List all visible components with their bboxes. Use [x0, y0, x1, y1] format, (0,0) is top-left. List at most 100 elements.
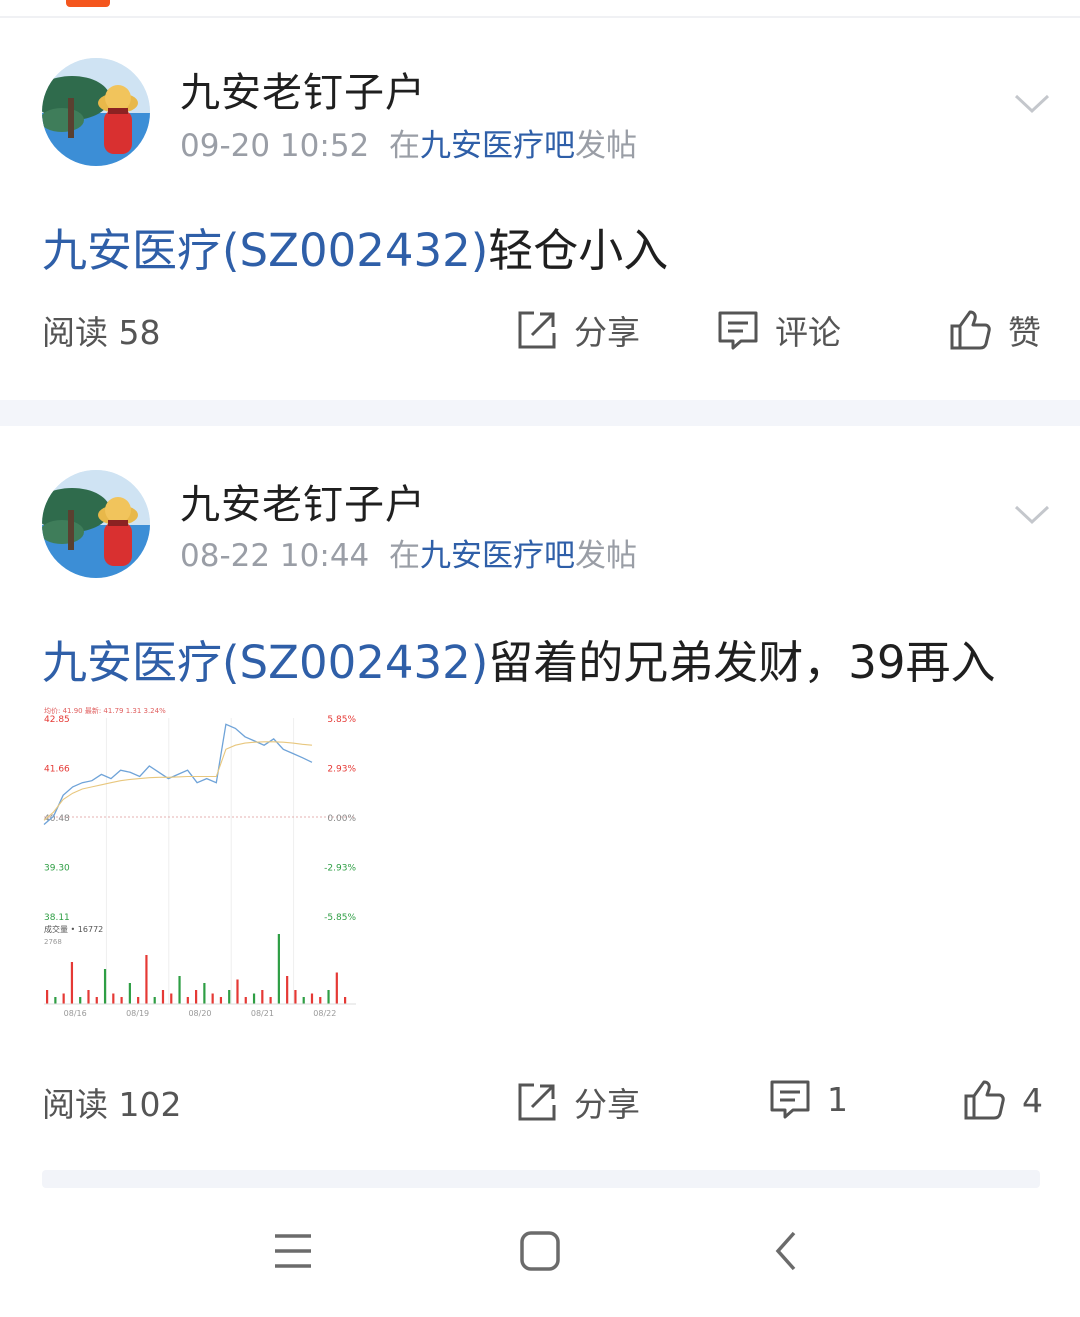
- thumbs-up-icon: [950, 310, 991, 350]
- comment-button[interactable]: 1: [769, 1078, 848, 1120]
- volume-max-label: 2768: [44, 938, 62, 946]
- volume-bar: [195, 990, 198, 1004]
- share-icon: [518, 311, 556, 349]
- comment-label: 评论: [775, 313, 841, 352]
- post-title-text: 轻仓小入: [488, 224, 669, 277]
- volume-bar: [112, 993, 115, 1004]
- volume-bar: [95, 997, 98, 1004]
- y-tick-label: 39.30: [44, 863, 70, 873]
- price-line: [43, 723, 313, 825]
- y-tick-label: 41.66: [44, 765, 70, 775]
- volume-bar: [261, 990, 264, 1004]
- y-tick-label-right: -2.93%: [324, 863, 356, 873]
- post-title[interactable]: 九安医疗(SZ002432)轻仓小入: [42, 214, 668, 279]
- share-icon: [518, 1083, 556, 1121]
- post-separator: [42, 1170, 1040, 1188]
- volume-bar: [286, 976, 289, 1004]
- volume-bar: [161, 990, 165, 1004]
- like-button[interactable]: 赞: [948, 306, 1041, 354]
- post-actions: 阅读 58 分享 评论 赞: [0, 306, 1080, 356]
- forum-link[interactable]: 九安医疗吧: [420, 538, 575, 574]
- username[interactable]: 九安老钉子户: [180, 472, 426, 530]
- read-count: 阅读 102: [42, 1085, 182, 1124]
- volume-bar: [170, 993, 173, 1004]
- volume-bar: [128, 983, 131, 1004]
- share-button[interactable]: 分享: [516, 1078, 640, 1126]
- meta-prefix: 在: [389, 128, 420, 164]
- y-tick-label-right: 2.93%: [327, 765, 356, 775]
- post-actions: 阅读 102 分享 1 4: [0, 1078, 1080, 1128]
- share-label: 分享: [574, 1085, 640, 1124]
- like-label: 赞: [1008, 313, 1041, 352]
- comment-icon: [770, 1080, 810, 1119]
- comment-count: 1: [827, 1079, 848, 1119]
- home-icon[interactable]: [519, 1230, 561, 1272]
- y-tick-label: 38.11: [44, 913, 70, 923]
- volume-bar: [145, 955, 148, 1004]
- x-tick-label: 08/16: [64, 1009, 87, 1018]
- thumbs-up-icon: [964, 1080, 1005, 1120]
- volume-bar: [70, 962, 74, 1004]
- volume-bar: [228, 990, 231, 1004]
- volume-bar: [319, 997, 322, 1004]
- x-tick-label: 08/22: [313, 1009, 336, 1018]
- back-icon[interactable]: [772, 1230, 802, 1272]
- avatar[interactable]: [42, 470, 150, 578]
- meta-suffix: 发帖: [575, 128, 637, 164]
- comment-button[interactable]: 评论: [717, 306, 841, 354]
- volume-bar: [54, 997, 57, 1004]
- username[interactable]: 九安老钉子户: [180, 60, 426, 118]
- avg-price-line: [43, 741, 313, 821]
- volume-bar: [46, 990, 49, 1004]
- volume-bar: [236, 979, 239, 1004]
- volume-bar: [211, 993, 214, 1004]
- volume-bar: [277, 934, 280, 1004]
- volume-bar: [137, 997, 140, 1004]
- meta-prefix: 在: [389, 538, 420, 574]
- forum-link[interactable]: 九安医疗吧: [420, 128, 575, 164]
- volume-bar: [153, 997, 156, 1004]
- comment-icon: [718, 311, 758, 350]
- x-tick-label: 08/19: [126, 1009, 149, 1018]
- volume-bar: [335, 972, 338, 1004]
- system-nav-bar: [0, 1200, 1080, 1317]
- volume-bar: [103, 969, 107, 1004]
- post-title-text: 留着的兄弟发财，39再入: [488, 636, 996, 689]
- y-tick-label: 42.85: [44, 715, 70, 725]
- volume-bar: [302, 997, 305, 1004]
- volume-bar: [178, 976, 181, 1004]
- volume-bar: [294, 990, 297, 1004]
- post-meta: 08-22 10:44 在九安医疗吧发帖: [180, 530, 637, 575]
- meta-suffix: 发帖: [575, 538, 637, 574]
- volume-bar: [120, 997, 123, 1004]
- volume-label: 成交量 • 16772: [44, 924, 103, 934]
- chevron-down-icon[interactable]: [1012, 92, 1052, 116]
- post-title[interactable]: 九安医疗(SZ002432)留着的兄弟发财，39再入: [42, 626, 996, 691]
- avatar[interactable]: [42, 58, 150, 166]
- y-tick-label-right: 0.00%: [327, 814, 356, 824]
- avatar-image: [42, 58, 150, 166]
- menu-icon[interactable]: [272, 1230, 314, 1272]
- like-button[interactable]: 4: [962, 1078, 1043, 1122]
- stock-chart-image[interactable]: 均价: 41.90 最新: 41.79 1.31 3.24%42.85 41.66…: [42, 704, 358, 1020]
- volume-bar: [219, 997, 223, 1004]
- volume-bar: [186, 997, 189, 1004]
- stock-link[interactable]: 九安医疗(SZ002432): [42, 224, 488, 277]
- x-tick-label: 08/21: [251, 1009, 274, 1018]
- share-button[interactable]: 分享: [516, 306, 640, 354]
- chart-header: 均价: 41.90 最新: 41.79 1.31 3.24%: [44, 706, 166, 715]
- tab-indicator: [66, 0, 110, 7]
- y-tick-label-right: 5.85%: [327, 715, 356, 725]
- volume-bar: [310, 993, 314, 1004]
- avatar-image: [42, 470, 150, 578]
- read-count: 阅读 58: [42, 313, 161, 352]
- share-label: 分享: [574, 313, 640, 352]
- post-time: 08-22 10:44: [180, 538, 370, 574]
- volume-bar: [87, 990, 90, 1004]
- y-tick-label-right: -5.85%: [324, 913, 356, 923]
- top-divider: [0, 16, 1080, 18]
- stock-link[interactable]: 九安医疗(SZ002432): [42, 636, 488, 689]
- post-time: 09-20 10:52: [180, 128, 370, 164]
- chevron-down-icon[interactable]: [1012, 503, 1052, 527]
- post-meta: 09-20 10:52 在九安医疗吧发帖: [180, 120, 637, 165]
